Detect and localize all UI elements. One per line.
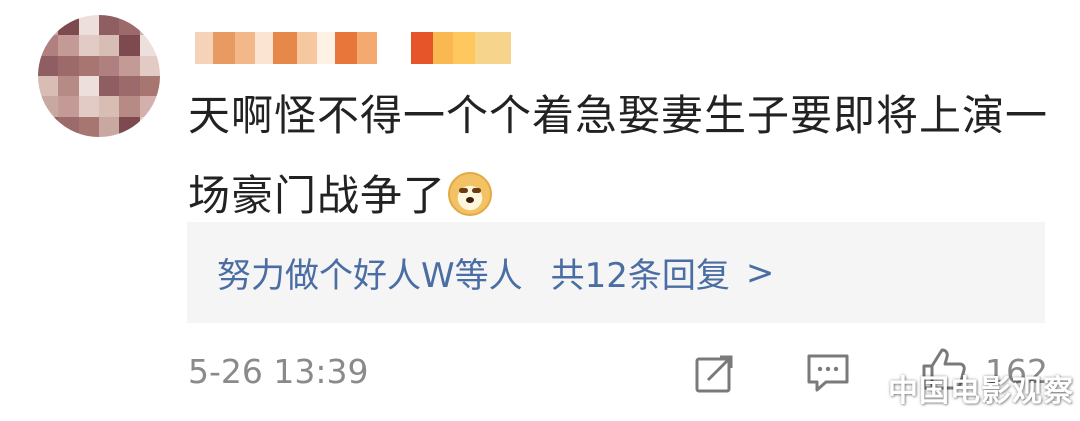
avatar-pixel [139,96,160,117]
username-pixel [433,32,453,64]
doge-emoji-icon [448,172,493,216]
avatar-pixel [99,15,120,36]
avatar-pixel [99,55,120,76]
username-pixel [411,32,433,64]
username-pixel [453,32,475,64]
avatar-pixel [58,116,79,137]
avatar-pixel [99,76,120,97]
avatar-pixel [99,35,120,56]
avatar-pixel [78,35,99,56]
chevron-right-icon: > [745,252,775,293]
avatar-pixel [58,15,79,36]
avatar-pixel [139,15,160,36]
avatar-pixel [78,76,99,97]
share-icon[interactable] [694,352,736,394]
reply-count[interactable]: 共12条回复 [551,248,730,297]
avatar-pixel [78,15,99,36]
username-pixel [255,32,273,64]
avatar-pixel [78,55,99,76]
avatar-pixel [139,35,160,56]
username-blurred[interactable] [195,32,511,64]
avatar-pixel [78,116,99,137]
avatar[interactable] [38,15,160,137]
avatar-pixel [38,96,59,117]
avatar-pixel [78,96,99,117]
avatar-pixel [99,96,120,117]
avatar-pixel [38,76,59,97]
avatar-pixel [99,116,120,137]
avatar-pixel [58,35,79,56]
comment-body: 天啊怪不得一个个着急娶妻生子要即将上演一场豪门战争了 [188,76,1068,236]
avatar-pixel [38,15,59,36]
watermark: 中国电影观察 [888,374,1074,409]
avatar-pixel [38,116,59,137]
avatar-pixel [119,55,140,76]
comment-icon[interactable] [806,352,850,394]
avatar-pixel [119,116,140,137]
avatar-pixel [119,76,140,97]
avatar-pixel [119,15,140,36]
username-pixel [195,32,213,64]
username-pixel [297,32,317,64]
avatar-pixel [38,35,59,56]
avatar-pixel [139,55,160,76]
avatar-pixel [38,55,59,76]
username-pixel [335,32,357,64]
replier-name[interactable]: 努力做个好人W等人 [217,248,523,297]
avatar-pixel [58,55,79,76]
username-pixel [213,32,235,64]
username-pixel [273,32,297,64]
username-pixel [475,32,511,64]
username-pixel [357,32,377,64]
avatar-pixel [119,96,140,117]
comment-text: 天啊怪不得一个个着急娶妻生子要即将上演一场豪门战争了 [188,91,1049,220]
avatar-pixel [139,116,160,137]
avatar-pixel [58,76,79,97]
username-pixel [235,32,255,64]
avatar-pixel [58,96,79,117]
comment-timestamp: 5-26 13:39 [188,352,369,391]
avatar-pixel [139,76,160,97]
replies-summary[interactable]: 努力做个好人W等人 共12条回复 > [187,222,1045,323]
username-pixel [377,32,411,64]
username-pixel [317,32,335,64]
avatar-pixel [119,35,140,56]
